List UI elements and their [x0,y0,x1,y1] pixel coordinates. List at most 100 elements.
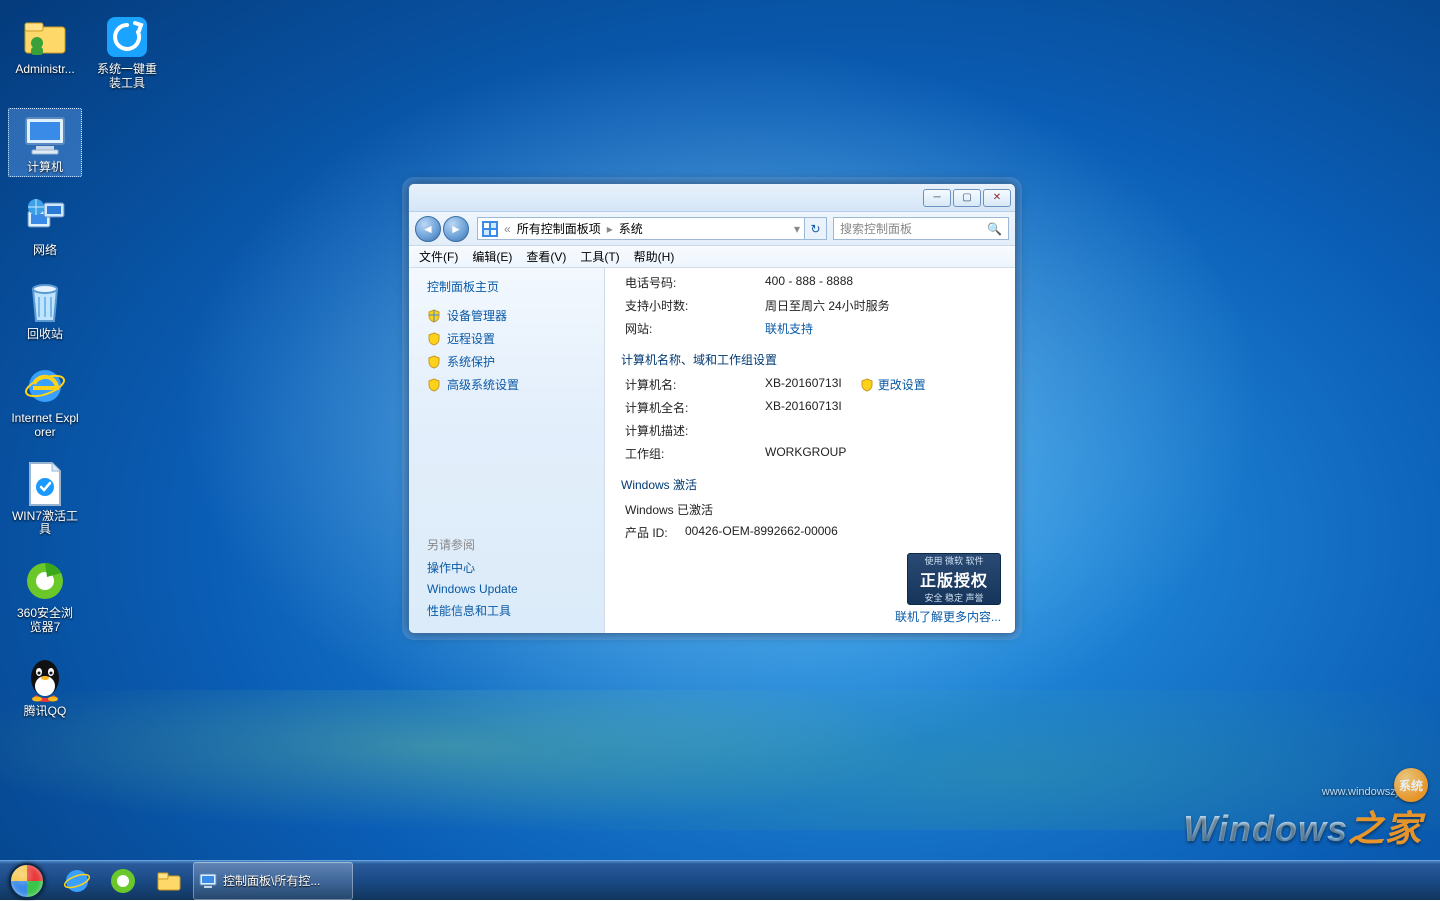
sidebar-home-link[interactable]: 控制面板主页 [427,278,604,295]
product-id-value: 00426-OEM-8992662-00006 [685,524,838,541]
desktop-icon-computer[interactable]: 计算机 [8,108,82,178]
browser360-icon [21,557,69,605]
sidebar-see-also: 另请参阅 [427,536,604,553]
badge-sub: 安全 稳定 声誉 [924,591,983,604]
support-phone-value: 400 - 888 - 8888 [765,274,853,291]
search-placeholder: 搜索控制面板 [840,220,912,237]
shield-icon [427,355,441,369]
folder-icon [155,867,183,895]
sidebar-link-label: 系统保护 [447,353,495,370]
computer-icon [21,111,69,159]
qq-icon [21,655,69,703]
learn-more-link[interactable]: 联机了解更多内容... [895,608,1001,625]
desktop-icon-label: Internet Explorer [11,412,79,440]
shield-icon [427,309,441,323]
menu-edit[interactable]: 编辑(E) [472,248,512,265]
shield-icon [860,378,874,392]
menu-tools[interactable]: 工具(T) [580,248,619,265]
window-titlebar[interactable]: ─ ▢ ✕ [409,184,1015,212]
ie-icon [21,362,69,410]
refresh-button[interactable]: ↻ [805,217,827,240]
computer-fullname-label: 计算机全名: [625,399,765,416]
sidebar-link-remote[interactable]: 远程设置 [427,330,604,347]
desktop-icon-network[interactable]: 网络 [8,191,82,261]
genuine-software-badge[interactable]: 使用 微软 软件 正版授权 安全 稳定 声誉 [907,553,1001,605]
support-site-label: 网站: [625,320,765,337]
taskbar-task-control-panel[interactable]: 控制面板\所有控... [193,862,353,900]
start-button[interactable] [0,861,54,901]
breadcrumb-bar[interactable]: « 所有控制面板项 ▸ 系统 ▾ [477,217,805,240]
taskbar-pinned-explorer[interactable] [147,862,191,900]
computer-name-value: XB-20160713I [765,376,842,393]
search-input[interactable]: 搜索控制面板 🔍 [833,217,1009,240]
desktop-icon-reinstall-tool[interactable]: 系统一键重装工具 [90,10,164,94]
desktop-icon-win7-activate[interactable]: WIN7激活工具 [8,457,82,541]
product-id-label: 产品 ID: [625,524,685,541]
desktop-icon-label: 回收站 [27,328,63,342]
computer-fullname-value: XB-20160713I [765,399,842,416]
taskbar-task-label: 控制面板\所有控... [223,872,320,889]
breadcrumb-prefix: « [504,222,511,236]
close-button[interactable]: ✕ [983,189,1011,207]
folder-user-icon [21,13,69,61]
search-icon: 🔍 [987,222,1002,236]
chevron-right-icon: ▸ [607,222,613,236]
taskbar-pinned-ie[interactable] [55,862,99,900]
desktop-icon-label: 腾讯QQ [24,705,67,719]
sidebar-link-device-manager[interactable]: 设备管理器 [427,307,604,324]
reinstall-tool-icon [103,13,151,61]
support-phone-label: 电话号码: [625,274,765,291]
shield-icon [427,332,441,346]
shield-icon [427,378,441,392]
computer-desc-label: 计算机描述: [625,422,765,439]
minimize-button[interactable]: ─ [923,189,951,207]
support-site-link[interactable]: 联机支持 [765,320,813,337]
recycle-bin-icon [21,278,69,326]
section-computer-name: 计算机名称、域和工作组设置 [621,351,1001,368]
desktop-icon-label: Administr... [15,63,74,77]
desktop-icon-administrator[interactable]: Administr... [8,10,82,94]
desktop-icon-label: 系统一键重装工具 [93,63,161,91]
menu-file[interactable]: 文件(F) [419,248,458,265]
taskbar-pinned-360browser[interactable] [101,862,145,900]
sidebar-link-label: 高级系统设置 [447,376,519,393]
ie-icon [63,867,91,895]
menu-view[interactable]: 查看(V) [526,248,566,265]
sidebar-link-advanced[interactable]: 高级系统设置 [427,376,604,393]
support-hours-label: 支持小时数: [625,297,765,314]
menu-help[interactable]: 帮助(H) [634,248,675,265]
desktop-icon-label: 360安全浏览器7 [11,607,79,635]
activation-status: Windows 已激活 [625,501,713,518]
sidebar-link-label: 设备管理器 [447,307,507,324]
computer-name-label: 计算机名: [625,376,765,393]
content-pane: 电话号码:400 - 888 - 8888 支持小时数:周日至周六 24小时服务… [605,268,1015,633]
file-icon [21,460,69,508]
taskbar: 控制面板\所有控... [0,860,1440,900]
sidebar-link-protection[interactable]: 系统保护 [427,353,604,370]
badge-main: 正版授权 [920,567,988,591]
sidebar-sublink-performance[interactable]: 性能信息和工具 [427,602,604,619]
chevron-down-icon[interactable]: ▾ [794,222,800,236]
desktop-icon-label: WIN7激活工具 [11,510,79,538]
sidebar-sublink-windows-update[interactable]: Windows Update [427,582,604,596]
nav-forward-button[interactable]: ► [443,216,469,242]
browser360-icon [109,867,137,895]
badge-top: 使用 微软 软件 [924,554,983,567]
change-settings-label: 更改设置 [878,376,926,393]
change-settings-link[interactable]: 更改设置 [860,376,926,393]
desktop-icon-360browser[interactable]: 360安全浏览器7 [8,554,82,638]
address-bar: ◄ ► « 所有控制面板项 ▸ 系统 ▾ ↻ 搜索控制面板 🔍 [409,212,1015,246]
nav-back-button[interactable]: ◄ [415,216,441,242]
desktop-icon-recycle-bin[interactable]: 回收站 [8,275,82,345]
maximize-button[interactable]: ▢ [953,189,981,207]
desktop-icons-area: Administr... 系统一键重装工具 计算机 网络 回收站 [8,10,168,722]
desktop-icon-ie[interactable]: Internet Explorer [8,359,82,443]
workgroup-value: WORKGROUP [765,445,846,462]
menu-bar: 文件(F) 编辑(E) 查看(V) 工具(T) 帮助(H) [409,246,1015,268]
sidebar-sublink-action-center[interactable]: 操作中心 [427,559,604,576]
desktop-icon-qq[interactable]: 腾讯QQ [8,652,82,722]
workgroup-label: 工作组: [625,445,765,462]
breadcrumb-item[interactable]: 系统 [619,220,643,237]
breadcrumb-item[interactable]: 所有控制面板项 [517,220,601,237]
section-activation: Windows 激活 [621,476,1001,493]
